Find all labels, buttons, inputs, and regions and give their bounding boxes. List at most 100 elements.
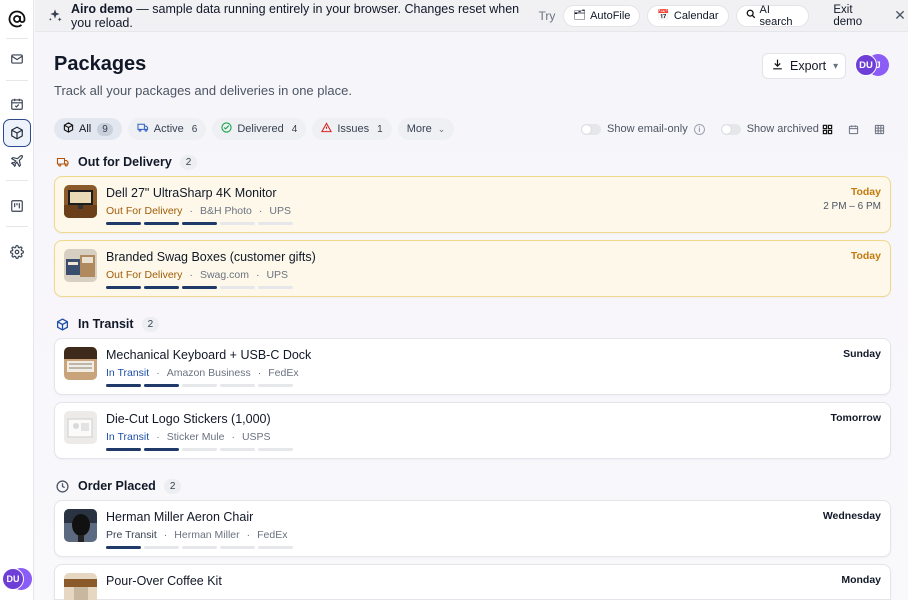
gear-icon[interactable] bbox=[3, 238, 31, 266]
progress-segment bbox=[106, 384, 141, 387]
separator-dot: · bbox=[258, 205, 263, 217]
section-title: In Transit bbox=[78, 317, 134, 331]
delivery-date: Sunday bbox=[843, 348, 881, 360]
progress-bar bbox=[106, 286, 296, 289]
check-circle-icon bbox=[221, 122, 232, 136]
chevron-down-icon: ▾ bbox=[833, 60, 839, 72]
tab-count: 1 bbox=[377, 123, 383, 135]
package-card[interactable]: Branded Swag Boxes (customer gifts) Out … bbox=[54, 240, 891, 297]
progress-segment bbox=[220, 222, 255, 225]
calendar-check-icon[interactable] bbox=[3, 90, 31, 118]
progress-segment bbox=[106, 222, 141, 225]
rail-avatar[interactable]: DU bbox=[2, 568, 32, 590]
progress-segment bbox=[258, 546, 293, 549]
progress-bar bbox=[106, 384, 296, 387]
package-card[interactable]: Dell 27" UltraSharp 4K Monitor Out For D… bbox=[54, 176, 891, 233]
progress-segment bbox=[220, 384, 255, 387]
delivery-date: Wednesday bbox=[822, 510, 881, 522]
ai-search-chip[interactable]: AI search bbox=[735, 4, 810, 28]
separator-dot: · bbox=[163, 529, 168, 541]
progress-bar bbox=[106, 546, 296, 549]
rail-divider bbox=[6, 80, 28, 81]
separator-dot: · bbox=[257, 367, 262, 379]
package-carrier: FedEx bbox=[268, 367, 299, 379]
progress-segment bbox=[144, 546, 179, 549]
delivery-date: Tomorrow bbox=[830, 412, 881, 424]
plane-icon[interactable] bbox=[3, 147, 31, 175]
demo-banner: Airo demo — sample data running entirely… bbox=[35, 0, 908, 32]
chip-label: Calendar bbox=[673, 9, 719, 22]
delivery-date: Monday bbox=[841, 574, 881, 586]
package-card[interactable]: Herman Miller Aeron Chair Pre Transit · … bbox=[54, 500, 891, 557]
mail-icon[interactable] bbox=[3, 45, 31, 73]
progress-segment bbox=[144, 448, 179, 451]
package-icon bbox=[56, 317, 72, 331]
tab-label: Issues bbox=[337, 123, 370, 135]
rail-divider bbox=[6, 38, 28, 39]
tab-issues[interactable]: Issues 1 bbox=[312, 118, 392, 140]
tab-delivered[interactable]: Delivered 4 bbox=[212, 118, 307, 140]
section-title: Order Placed bbox=[78, 479, 156, 493]
progress-segment bbox=[182, 448, 217, 451]
tab-all[interactable]: All 9 bbox=[54, 118, 122, 140]
banner-try-label: Try bbox=[538, 8, 556, 23]
toggle-group: Show email-only i Show archived bbox=[581, 118, 819, 140]
package-meta: Out For Delivery · B&H Photo · UPS bbox=[106, 205, 291, 217]
page-subtitle: Track all your packages and deliveries i… bbox=[54, 83, 352, 98]
autofile-chip[interactable]: 🗂 AutoFile bbox=[563, 4, 641, 27]
export-label: Export bbox=[790, 59, 827, 73]
package-thumbnail bbox=[64, 185, 97, 218]
package-meta: In Transit · Sticker Mule · USPS bbox=[106, 431, 271, 443]
archived-toggle[interactable] bbox=[720, 123, 741, 135]
package-merchant: B&H Photo bbox=[199, 205, 252, 217]
package-name: Dell 27" UltraSharp 4K Monitor bbox=[106, 186, 277, 200]
grid-view-icon[interactable] bbox=[816, 118, 838, 140]
separator-dot: · bbox=[156, 367, 160, 379]
archived-label: Show archived bbox=[746, 123, 819, 135]
package-icon[interactable] bbox=[3, 119, 31, 147]
progress-segment bbox=[258, 384, 293, 387]
section-title: Out for Delivery bbox=[78, 155, 172, 169]
calendar-view-icon[interactable] bbox=[842, 118, 864, 140]
progress-segment bbox=[220, 448, 255, 451]
warning-icon bbox=[321, 122, 333, 136]
section-count: 2 bbox=[141, 316, 160, 332]
calendar-icon: 📅 bbox=[657, 10, 670, 21]
package-meta: Pre Transit · Herman Miller · FedEx bbox=[106, 529, 287, 541]
chip-label: AutoFile bbox=[590, 9, 631, 22]
tab-active[interactable]: Active 6 bbox=[127, 118, 207, 140]
progress-segment bbox=[258, 448, 293, 451]
package-merchant: Amazon Business bbox=[166, 367, 251, 379]
banner-brand: Airo demo bbox=[71, 1, 133, 16]
close-icon[interactable]: ✕ bbox=[892, 7, 908, 25]
folder-icon: 🗂 bbox=[573, 10, 587, 21]
package-merchant: Sticker Mule bbox=[166, 431, 225, 443]
package-card[interactable]: Mechanical Keyboard + USB-C Dock In Tran… bbox=[54, 338, 891, 395]
more-filters-button[interactable]: More ⌄ bbox=[397, 118, 455, 140]
progress-segment bbox=[106, 448, 141, 451]
export-button[interactable]: Export ▾ bbox=[762, 53, 846, 79]
tab-count: 6 bbox=[191, 123, 198, 135]
delivery-date: Today bbox=[850, 250, 881, 262]
delivery-window: 2 PM – 6 PM bbox=[823, 201, 881, 212]
package-status: In Transit bbox=[106, 367, 150, 379]
progress-segment bbox=[220, 546, 255, 549]
package-card[interactable]: Die-Cut Logo Stickers (1,000) In Transit… bbox=[54, 402, 891, 459]
separator-dot: · bbox=[246, 529, 251, 541]
section-count: 2 bbox=[179, 154, 198, 170]
table-view-icon[interactable] bbox=[868, 118, 890, 140]
email-only-toggle[interactable] bbox=[581, 123, 601, 135]
section-header: Out for Delivery 2 bbox=[56, 153, 198, 171]
truck-icon bbox=[137, 122, 149, 136]
package-status: Out For Delivery bbox=[106, 269, 183, 281]
sparkle-icon bbox=[47, 8, 63, 24]
email-only-label: Show email-only bbox=[607, 123, 688, 135]
package-card[interactable]: Pour-Over Coffee Kit Monday bbox=[54, 564, 891, 600]
exit-demo-button[interactable]: Exit demo bbox=[824, 0, 888, 32]
calendar-chip[interactable]: 📅 Calendar bbox=[647, 4, 729, 27]
progress-segment bbox=[144, 222, 179, 225]
kanban-icon[interactable] bbox=[3, 192, 31, 220]
section-header: Order Placed 2 bbox=[56, 477, 182, 495]
info-icon[interactable]: i bbox=[693, 123, 705, 135]
at-sign-icon[interactable] bbox=[3, 5, 31, 33]
